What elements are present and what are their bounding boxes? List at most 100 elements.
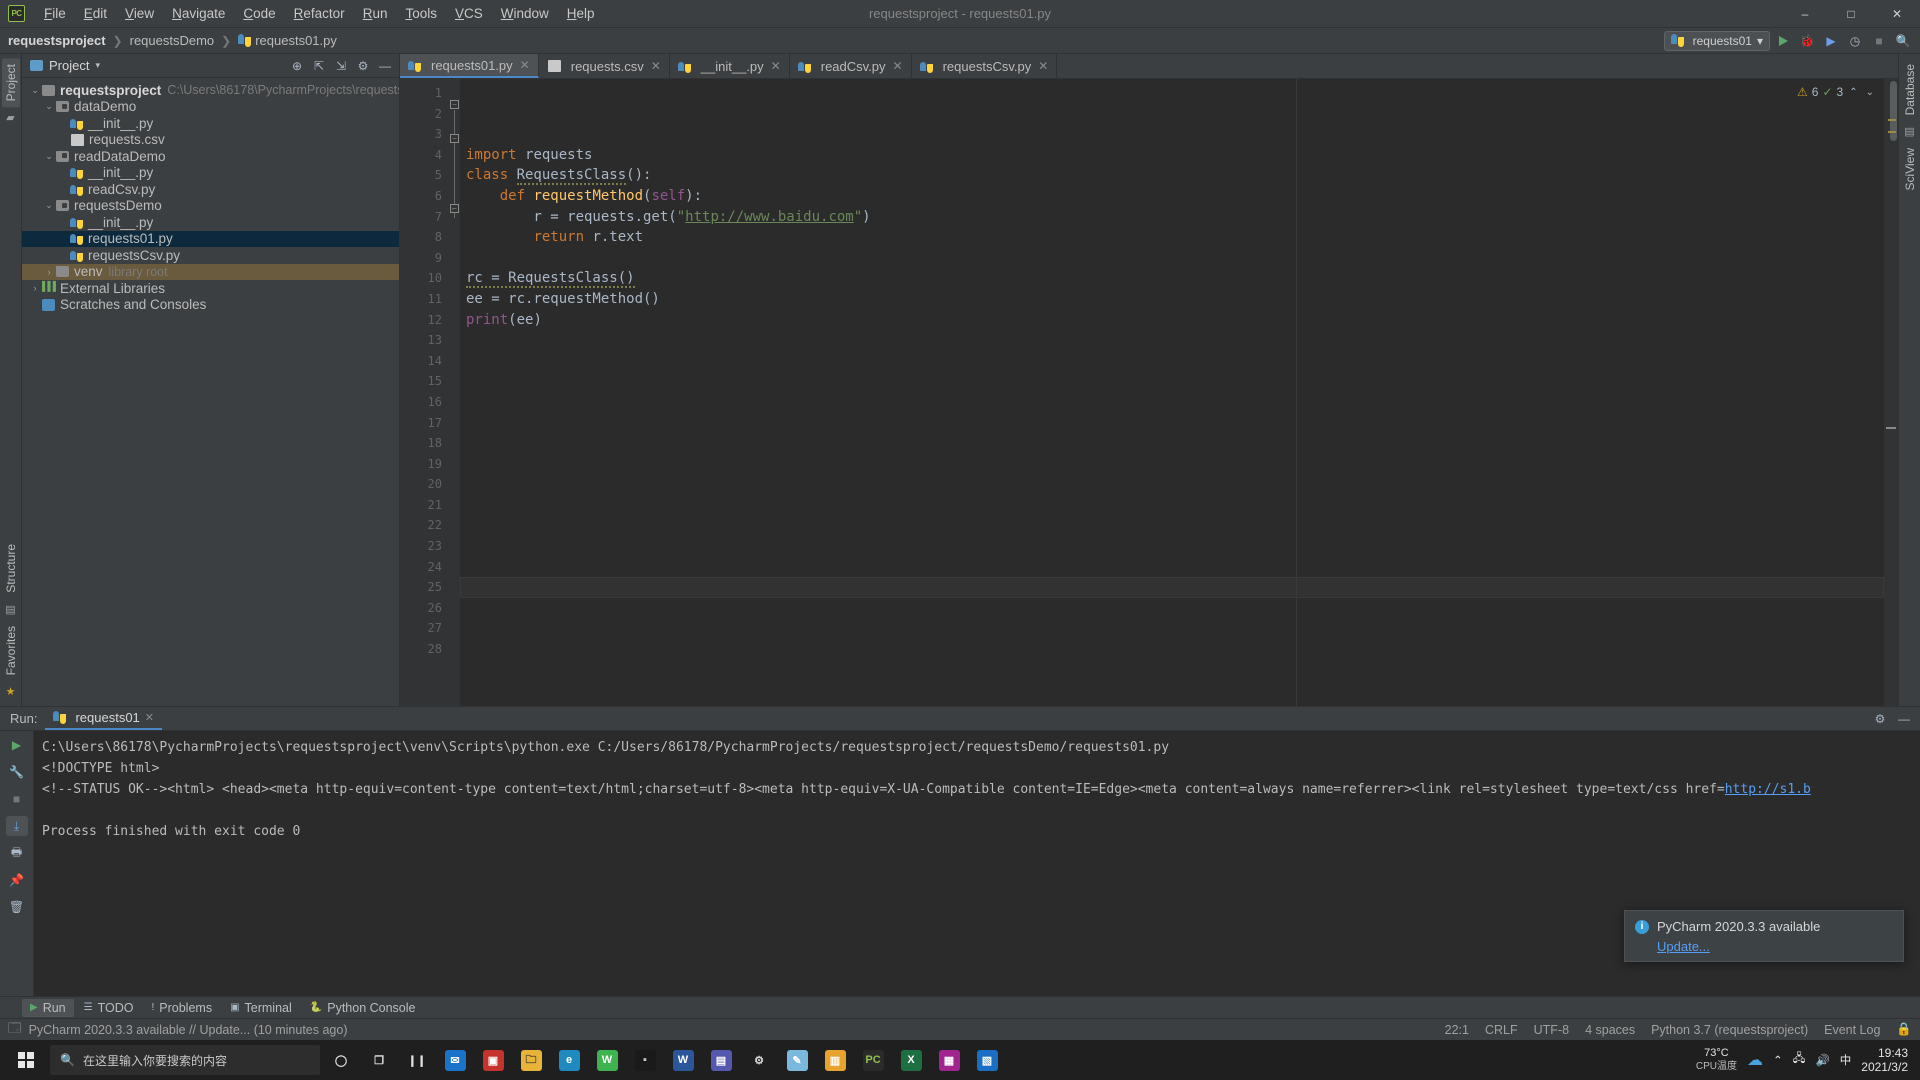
tool-tab-database[interactable]: Database [1901,58,1919,121]
code-line[interactable] [460,598,1884,619]
menu-run[interactable]: Run [354,3,397,24]
profile-button[interactable]: ◷ [1844,31,1866,51]
line-number[interactable]: 7 [400,207,448,228]
tree-node-scratches-and-consoles[interactable]: Scratches and Consoles [22,297,399,314]
code-line[interactable]: class RequestsClass(): [460,165,1884,186]
run-button[interactable] [1772,31,1794,51]
code-line[interactable]: print(ee) [460,310,1884,331]
code-line[interactable] [460,413,1884,434]
tool-tab-favorites[interactable]: Favorites [2,620,20,681]
line-number[interactable]: 3 [400,124,448,145]
tree-node-requests-csv[interactable]: requests.csv [22,132,399,149]
hide-pane-icon[interactable]: — [1894,709,1914,729]
debug-button[interactable]: 🐞 [1796,31,1818,51]
editor-tab-requests01-py[interactable]: requests01.py ✕ [400,54,539,78]
code-line[interactable] [460,618,1884,639]
editor-tab---init---py[interactable]: __init__.py ✕ [670,54,790,78]
mail-icon[interactable]: ✉ [436,1040,474,1080]
menu-window[interactable]: Window [492,3,558,24]
taskbar-clock[interactable]: 19:43 2021/3/2 [1861,1046,1908,1074]
line-number[interactable]: 6 [400,186,448,207]
network-icon[interactable]: 🖧 [1793,1051,1806,1070]
ime-icon[interactable]: 中 [1840,1052,1852,1068]
tree-node-readcsv-py[interactable]: readCsv.py [22,181,399,198]
bottom-tab-run[interactable]: ▶ Run [22,998,74,1017]
line-number[interactable]: 5 [400,165,448,186]
tool-tab-structure[interactable]: Structure [2,538,20,599]
code-line[interactable]: def requestMethod(self): [460,186,1884,207]
menu-edit[interactable]: Edit [75,3,116,24]
note-icon[interactable]: ▥ [816,1040,854,1080]
line-number[interactable]: 20 [400,474,448,495]
tree-node-requestscsv-py[interactable]: requestsCsv.py [22,247,399,264]
pin-icon[interactable]: 📌 [6,870,28,890]
chevron-down-icon[interactable]: ⌄ [42,151,56,162]
chart-icon[interactable]: ▦ [930,1040,968,1080]
code-line[interactable] [460,495,1884,516]
media-icon[interactable]: ❙❙ [398,1040,436,1080]
blue-app-icon[interactable]: ▧ [968,1040,1006,1080]
code-editor[interactable]: import requests class RequestsClass(): de… [460,79,1884,706]
paint-icon[interactable]: ✎ [778,1040,816,1080]
maximize-button[interactable]: □ [1828,0,1874,28]
line-number[interactable]: 25 [400,577,448,598]
close-icon[interactable]: ✕ [771,59,781,73]
code-line[interactable] [460,433,1884,454]
menu-file[interactable]: File [35,3,75,24]
tree-node-external-libraries[interactable]: › External Libraries [22,280,399,297]
tree-node-readdatademo[interactable]: ⌄ readDataDemo [22,148,399,165]
breadcrumb-folder[interactable]: requestsDemo [130,33,215,48]
chevron-right-icon[interactable]: › [28,283,42,293]
code-line[interactable]: r = requests.get("http://www.baidu.com") [460,207,1884,228]
run-session-tab[interactable]: requests01 ✕ [45,708,163,730]
line-number[interactable]: 14 [400,351,448,372]
explorer-icon[interactable]: 🗀 [512,1040,550,1080]
code-line[interactable] [460,351,1884,372]
code-line[interactable] [460,701,1884,706]
line-number[interactable]: 12 [400,310,448,331]
database-icon[interactable]: ▤ [1904,125,1914,138]
line-number[interactable]: 2 [400,104,448,125]
expand-icon[interactable]: ⇲ [331,56,351,76]
code-line[interactable] [460,474,1884,495]
line-number[interactable]: 22 [400,515,448,536]
collapse-all-icon[interactable]: ⇱ [309,56,329,76]
tree-node-requestsproject[interactable]: ⌄ requestsproject C:\Users\86178\PycharmPr… [22,82,399,99]
code-line[interactable] [460,454,1884,475]
line-number[interactable]: 15 [400,371,448,392]
bottom-tab-todo[interactable]: ☰ TODO [76,999,142,1017]
close-icon[interactable]: ✕ [651,59,661,73]
close-icon[interactable]: ✕ [893,59,903,73]
weather-icon[interactable]: ☁ [1747,1050,1763,1070]
inspection-widget[interactable]: ⚠ 6 ✓ 3 ⌃ ⌄ [1797,85,1876,99]
python-interpreter[interactable]: Python 3.7 (requestsproject) [1651,1023,1808,1037]
line-number[interactable]: 19 [400,454,448,475]
breadcrumb-project[interactable]: requestsproject [8,33,106,48]
bottom-tab-problems[interactable]: ! Problems [144,999,221,1017]
editor-tab-requestscsv-py[interactable]: requestsCsv.py ✕ [912,54,1058,78]
folder-strip-icon[interactable]: ▰ [6,111,14,124]
line-number[interactable]: 17 [400,413,448,434]
code-line[interactable]: return r.text [460,227,1884,248]
star-icon[interactable]: ★ [6,685,16,698]
chevron-down-icon[interactable]: ⌄ [42,200,56,211]
menu-tools[interactable]: Tools [396,3,446,24]
code-line[interactable]: import requests [460,145,1884,166]
terminal-icon[interactable]: ▪ [626,1040,664,1080]
line-number[interactable]: 16 [400,392,448,413]
pycharm-icon[interactable]: PC [854,1040,892,1080]
chevron-down-icon[interactable]: ⌄ [42,101,56,112]
search-everywhere-icon[interactable]: 🔍 [1892,31,1914,51]
line-number[interactable]: 13 [400,330,448,351]
code-line[interactable]: ee = rc.requestMethod() [460,289,1884,310]
project-scope-chevron-icon[interactable]: ▾ [95,60,100,71]
line-separator[interactable]: CRLF [1485,1023,1518,1037]
editor-tab-readcsv-py[interactable]: readCsv.py ✕ [790,54,912,78]
bottom-tab-python-console[interactable]: 🐍 Python Console [302,999,424,1017]
tree-node---init---py[interactable]: __init__.py [22,165,399,182]
teams-icon[interactable]: ▤ [702,1040,740,1080]
close-icon[interactable]: ✕ [145,711,154,724]
code-line[interactable] [460,680,1884,701]
line-number[interactable]: 21 [400,495,448,516]
menu-navigate[interactable]: Navigate [163,3,234,24]
